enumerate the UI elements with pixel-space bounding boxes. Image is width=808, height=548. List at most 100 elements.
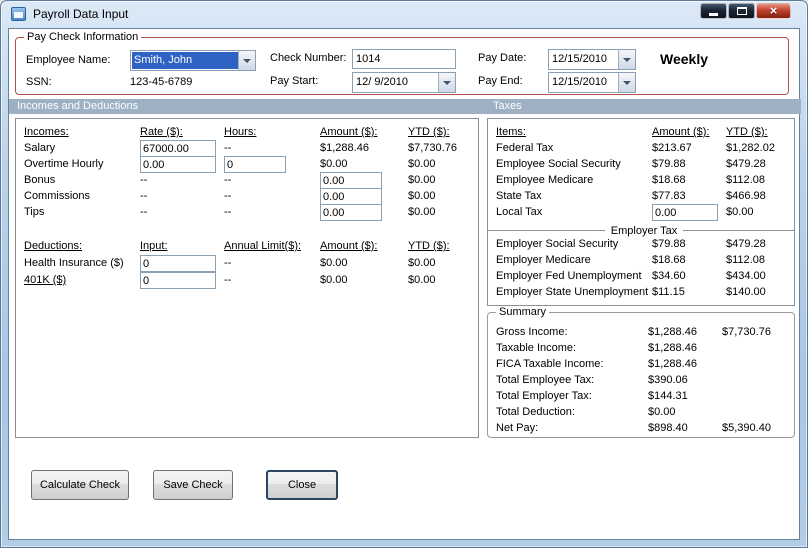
total-employer-tax-label: Total Employer Tax: xyxy=(496,390,592,402)
section-header-bar: Incomes and Deductions Taxes xyxy=(9,99,801,114)
overtime-hours-input[interactable] xyxy=(224,156,286,173)
fica-taxable-income-label: FICA Taxable Income: xyxy=(496,358,604,370)
save-check-button[interactable]: Save Check xyxy=(153,470,233,500)
app-icon xyxy=(11,7,26,21)
incomes-deductions-section-header: Incomes and Deductions xyxy=(17,100,139,112)
pay-date-value: 12/15/2010 xyxy=(552,53,608,65)
employer-medicare-amount: $18.68 xyxy=(652,254,686,266)
paycheck-info-legend: Pay Check Information xyxy=(24,31,142,44)
incomes-deductions-panel: Incomes: Rate ($): Hours: Amount ($): YT… xyxy=(15,118,479,438)
items-col-header: Items: xyxy=(496,126,526,138)
employee-ss-label: Employee Social Security xyxy=(496,158,621,170)
incomes-col-header: Incomes: xyxy=(24,126,69,138)
commissions-amount-input[interactable] xyxy=(320,188,382,205)
health-insurance-amount: $0.00 xyxy=(320,257,348,269)
total-employee-tax-value: $390.06 xyxy=(648,374,688,386)
pay-end-value: 12/15/2010 xyxy=(552,76,608,88)
tips-hours: -- xyxy=(224,206,232,218)
summary-groupbox: Summary Gross Income: $1,288.46 $7,730.7… xyxy=(487,306,795,438)
employer-medicare-ytd: $112.08 xyxy=(726,254,765,266)
ssn-label: SSN: xyxy=(26,76,52,88)
salary-amount: $1,288.46 xyxy=(320,142,369,154)
close-form-button[interactable]: Close xyxy=(266,470,338,500)
gross-income-value: $1,288.46 xyxy=(648,326,697,338)
amount-col-header: Amount ($): xyxy=(320,240,378,252)
cell xyxy=(224,156,320,173)
cell xyxy=(140,156,224,173)
hours-col-header: Hours: xyxy=(224,126,257,138)
close-icon: × xyxy=(769,3,778,18)
salary-ytd: $7,730.76 xyxy=(408,142,457,154)
employer-state-unemployment-ytd: $140.00 xyxy=(726,286,766,298)
commissions-rate: -- xyxy=(140,190,148,202)
salary-label: Salary xyxy=(24,142,56,154)
calculate-check-button[interactable]: Calculate Check xyxy=(31,470,129,500)
check-number-label: Check Number: xyxy=(270,52,347,64)
pay-start-label: Pay Start: xyxy=(270,75,319,87)
maximize-icon xyxy=(736,7,747,15)
net-pay-ytd: $5,390.40 xyxy=(722,422,771,434)
federal-tax-amount: $213.67 xyxy=(652,142,692,154)
pay-end-label: Pay End: xyxy=(478,75,523,87)
minimize-button[interactable] xyxy=(700,3,727,19)
employee-name-combobox[interactable]: Smith, John xyxy=(130,50,256,71)
employee-ss-amount: $79.88 xyxy=(652,158,686,170)
pay-end-dropdown-button[interactable] xyxy=(618,73,635,92)
401k-ytd: $0.00 xyxy=(408,274,436,286)
gross-income-ytd: $7,730.76 xyxy=(722,326,771,338)
employee-medicare-amount: $18.68 xyxy=(652,174,686,186)
employee-name-value: Smith, John xyxy=(132,52,238,69)
employer-state-unemployment-label: Employer State Unemployment xyxy=(496,286,649,298)
caption-buttons: × xyxy=(700,3,791,19)
total-employee-tax-label: Total Employee Tax: xyxy=(496,374,595,386)
bonus-ytd: $0.00 xyxy=(408,174,436,186)
form-client-area: Pay Check Information Employee Name: Smi… xyxy=(8,28,801,540)
pay-start-dropdown-button[interactable] xyxy=(438,73,455,92)
cell xyxy=(140,255,224,273)
spacer-cell xyxy=(722,357,792,373)
health-insurance-limit: -- xyxy=(224,257,232,269)
paycheck-info-groupbox: Pay Check Information Employee Name: Smi… xyxy=(15,31,789,95)
tips-ytd: $0.00 xyxy=(408,206,436,218)
ytd-col-header: YTD ($): xyxy=(726,126,768,138)
overtime-label: Overtime Hourly xyxy=(24,158,104,170)
cell xyxy=(320,188,408,205)
bonus-rate: -- xyxy=(140,174,148,186)
bonus-label: Bonus xyxy=(24,174,56,186)
pay-start-datepicker[interactable]: 12/ 9/2010 xyxy=(352,72,456,93)
deductions-table: Deductions: Input: Annual Limit($): Amou… xyxy=(24,239,474,290)
pay-date-datepicker[interactable]: 12/15/2010 xyxy=(548,49,636,70)
taxes-table: Items: Amount ($): YTD ($): Federal Tax … xyxy=(488,125,794,301)
commissions-ytd: $0.00 xyxy=(408,190,436,202)
total-deduction-value: $0.00 xyxy=(648,406,676,418)
employer-fed-unemployment-label: Employer Fed Unemployment xyxy=(496,270,642,282)
overtime-ytd: $0.00 xyxy=(408,158,436,170)
cell xyxy=(140,140,224,157)
salary-rate-input[interactable] xyxy=(140,140,216,157)
total-deduction-label: Total Deduction: xyxy=(496,406,575,418)
employee-ss-ytd: $479.28 xyxy=(726,158,766,170)
chevron-down-icon xyxy=(623,80,631,85)
federal-tax-ytd: $1,282.02 xyxy=(726,142,775,154)
overtime-rate-input[interactable] xyxy=(140,156,216,173)
cell xyxy=(140,272,224,290)
close-button[interactable]: × xyxy=(756,3,791,19)
summary-legend: Summary xyxy=(496,306,550,319)
tips-amount-input[interactable] xyxy=(320,204,382,221)
maximize-button[interactable] xyxy=(728,3,755,19)
annual-limit-col-header: Annual Limit($): xyxy=(224,240,302,252)
employer-fed-unemployment-ytd: $434.00 xyxy=(726,270,766,282)
local-tax-label: Local Tax xyxy=(496,206,543,218)
401k-input[interactable] xyxy=(140,272,216,289)
employee-name-dropdown-button[interactable] xyxy=(238,51,255,70)
employee-medicare-ytd: $112.08 xyxy=(726,174,765,186)
local-tax-input[interactable] xyxy=(652,204,718,221)
pay-date-dropdown-button[interactable] xyxy=(618,50,635,69)
state-tax-amount: $77.83 xyxy=(652,190,686,202)
check-number-input[interactable] xyxy=(352,49,456,69)
local-tax-ytd: $0.00 xyxy=(726,206,754,218)
pay-end-datepicker[interactable]: 12/15/2010 xyxy=(548,72,636,93)
bonus-amount-input[interactable] xyxy=(320,172,382,189)
chevron-down-icon xyxy=(443,80,451,85)
health-insurance-input[interactable] xyxy=(140,255,216,272)
